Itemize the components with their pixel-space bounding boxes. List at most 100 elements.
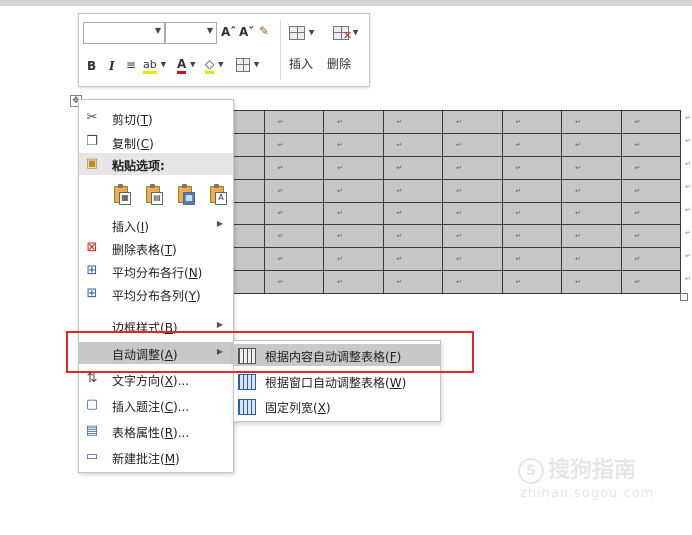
caption-icon: ▢ [85,397,99,412]
table-cell[interactable]: ↵ [323,178,384,203]
highlight-color-icon[interactable]: ab ▼ [143,56,166,74]
table-cell[interactable]: ↵ [561,110,622,134]
table-cell[interactable]: ↵ [263,270,324,294]
menu-item-label: 平均分布各列(Y) [112,289,201,303]
table-cell[interactable]: ↵ [323,224,384,249]
insert-table-icon[interactable]: ▼ [289,24,314,41]
table-cell[interactable]: ↵ [323,155,384,180]
format-painter-icon[interactable]: ✎ [259,23,269,39]
table-cell[interactable]: ↵ [501,224,562,249]
paste-text-only-icon[interactable]: A [208,184,227,205]
table-cell[interactable]: ↵ [620,178,681,203]
delete-table-icon: ⊠ [86,240,98,255]
paste-insert-rows-icon[interactable]: ▦ [176,184,195,205]
table-cell[interactable]: ↵ [323,270,384,294]
table-cell[interactable]: ↵ [263,110,324,134]
table-cell[interactable]: ↵ [442,270,503,294]
paste-options-header: ▣ 粘贴选项: [79,153,233,175]
font-color-icon[interactable]: A ▼ [177,56,196,74]
table-cell[interactable]: ↵ [620,110,681,134]
menu-item-distribute-rows[interactable]: ⊞ 平均分布各行(N) [79,260,233,282]
chevron-down-icon[interactable]: ▼ [207,26,213,35]
table-cell[interactable]: ↵ [382,201,443,226]
distribute-rows-icon: ⊞ [86,263,98,278]
table-cell[interactable]: ↵ [382,178,443,203]
table-cell[interactable]: ↵ [561,155,622,180]
menu-item-table-properties[interactable]: ▤ 表格属性(R)... [79,420,233,442]
table-cell[interactable]: ↵ [323,247,384,272]
table-cell[interactable]: ↵ [620,132,681,157]
menu-item-label: 粘贴选项: [112,159,165,173]
delete-button[interactable]: 删除 [327,56,351,72]
table-cell[interactable]: ↵ [442,201,503,226]
table-cell[interactable]: ↵ [620,201,681,226]
paste-nest-table-icon[interactable]: ▦ [112,184,131,205]
menu-item-delete-table[interactable]: ⊠ 删除表格(T) [79,237,233,259]
table-cell[interactable]: ↵ [323,132,384,157]
table-cell[interactable]: ↵ [382,155,443,180]
table-cell[interactable]: ↵ [620,155,681,180]
table-cell[interactable]: ↵ [561,224,622,249]
submenu-item-fixed-width[interactable]: 固定列宽(X) [234,395,440,417]
table-cell[interactable]: ↵ [561,247,622,272]
bold-button[interactable]: B [87,58,96,74]
table-cell[interactable]: ↵ [323,201,384,226]
table-cell[interactable]: ↵ [501,201,562,226]
table-cell[interactable]: ↵ [382,224,443,249]
document-top-edge [0,0,692,6]
table-cell[interactable]: ↵ [501,270,562,294]
submenu-arrow-icon: ▶ [216,320,223,329]
table-cell[interactable]: ↵ [382,247,443,272]
align-center-icon[interactable]: ≡ [126,57,136,73]
copy-icon: ❐ [86,134,98,149]
font-name-combo[interactable]: ▼ [83,22,165,44]
menu-item-label: 插入题注(C)... [112,400,190,414]
table-cell[interactable]: ↵ [442,178,503,203]
table-cell[interactable]: ↵ [263,224,324,249]
table-cell[interactable]: ↵ [263,247,324,272]
table-cell[interactable]: ↵ [442,155,503,180]
table-cell[interactable]: ↵ [501,155,562,180]
menu-item-copy[interactable]: ❐ 复制(C) [79,131,233,153]
table-cell[interactable]: ↵ [620,224,681,249]
paste-merge-table-icon[interactable]: ▤ [144,184,163,205]
chevron-down-icon[interactable]: ▼ [155,26,161,35]
shrink-font-button[interactable]: Aˇ [239,24,254,40]
table-cell[interactable]: ↵ [442,110,503,134]
table-cell[interactable]: ↵ [442,224,503,249]
menu-item-distribute-cols[interactable]: ⊞ 平均分布各列(Y) [79,283,233,305]
menu-item-new-comment[interactable]: ▭ 新建批注(M) [79,446,233,468]
table-cell[interactable]: ↵ [501,110,562,134]
table-cell[interactable]: ↵ [382,270,443,294]
grow-font-button[interactable]: Aˆ [221,24,236,40]
table-cell[interactable]: ↵ [263,132,324,157]
submenu-item-autofit-window[interactable]: 根据窗口自动调整表格(W) [234,370,440,392]
table-cell[interactable]: ↵ [501,247,562,272]
table-cell[interactable]: ↵ [382,132,443,157]
delete-x-icon: ✕ [343,29,353,42]
table-cell[interactable]: ↵ [263,155,324,180]
insert-button[interactable]: 插入 [289,56,313,72]
table-cell[interactable]: ↵ [323,110,384,134]
table-cell[interactable]: ↵ [561,201,622,226]
table-cell[interactable]: ↵ [263,201,324,226]
font-size-combo[interactable]: ▼ [165,22,217,44]
italic-button[interactable]: I [109,58,115,74]
table-cell[interactable]: ↵ [442,132,503,157]
table-cell[interactable]: ↵ [501,132,562,157]
table-cell[interactable]: ↵ [620,247,681,272]
menu-item-insert[interactable]: 插入(I) ▶ [79,214,233,236]
table-resize-handle[interactable] [680,293,688,301]
menu-item-cut[interactable]: ✂ 剪切(T) [79,107,233,129]
table-cell[interactable]: ↵ [561,132,622,157]
menu-item-insert-caption[interactable]: ▢ 插入题注(C)... [79,394,233,416]
shading-icon[interactable]: ◇ ▼ [205,56,223,74]
borders-icon[interactable]: ▼ [236,56,259,73]
table-cell[interactable]: ↵ [263,178,324,203]
table-cell[interactable]: ↵ [442,247,503,272]
table-cell[interactable]: ↵ [561,270,622,294]
table-cell[interactable]: ↵ [382,110,443,134]
table-cell[interactable]: ↵ [501,178,562,203]
table-cell[interactable]: ↵ [561,178,622,203]
table-cell[interactable]: ↵ [620,270,681,294]
